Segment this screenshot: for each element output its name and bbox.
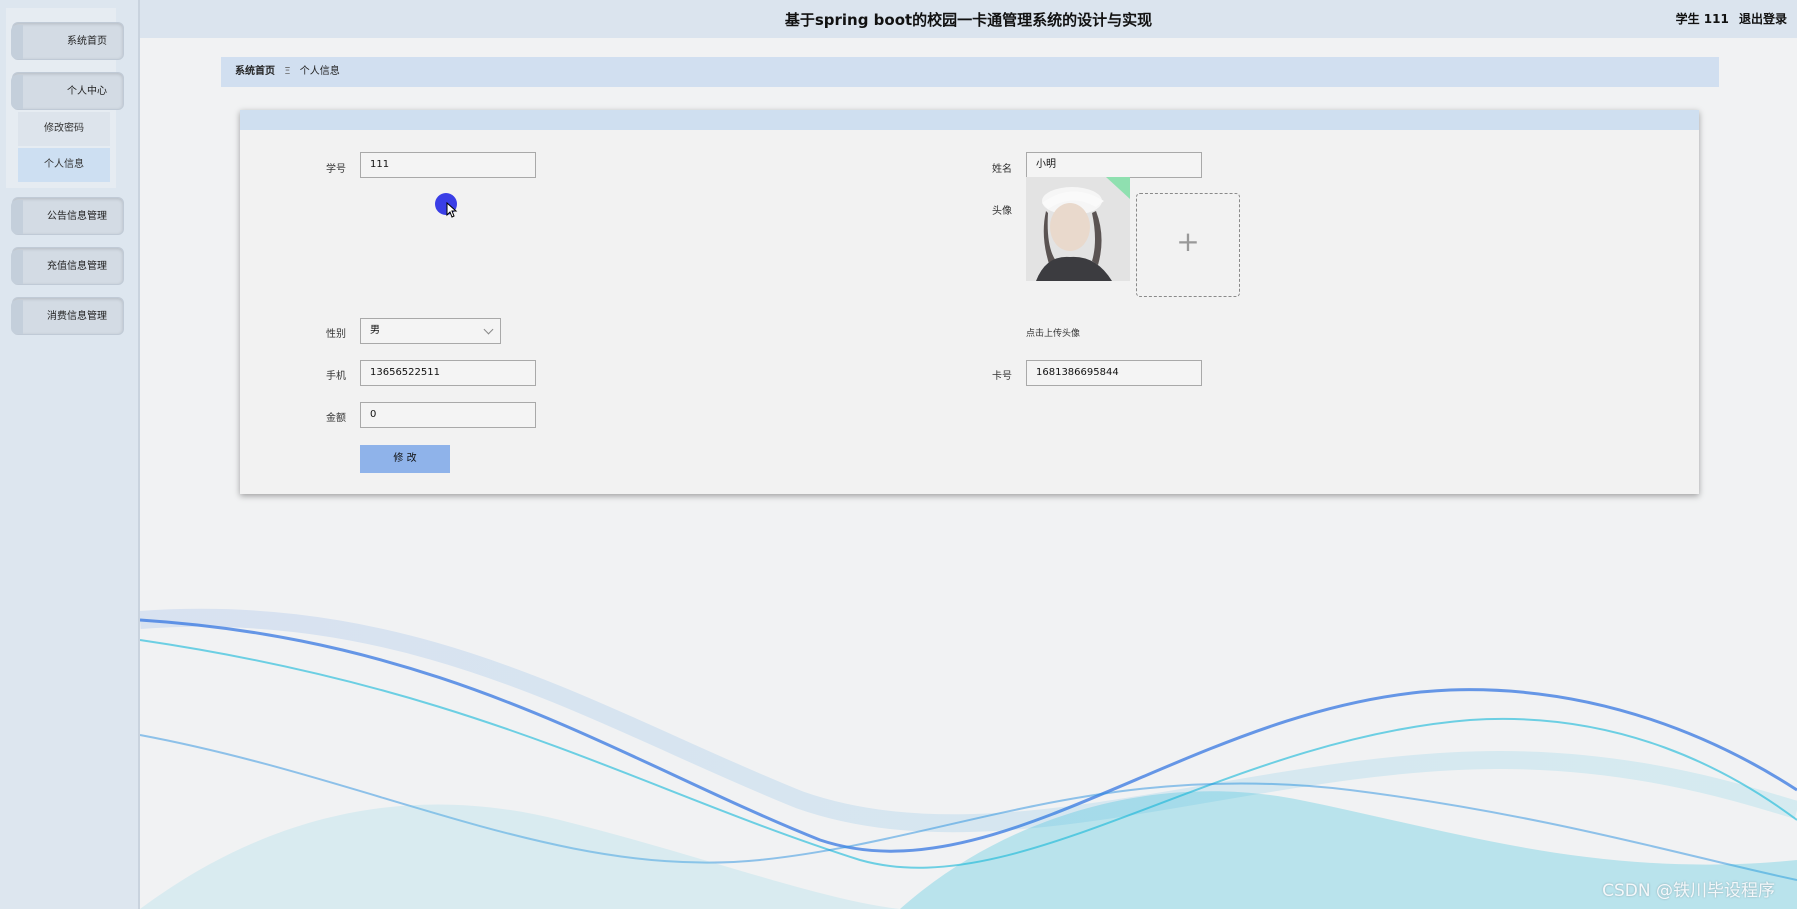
watermark: CSDN @铁川毕设程序 xyxy=(1602,881,1775,901)
sidebar-item-consume-mgmt[interactable]: 消费信息管理 xyxy=(11,297,124,335)
avatar-label: 头像 xyxy=(992,206,1012,217)
submit-button[interactable]: 修 改 xyxy=(360,445,450,473)
gender-label: 性别 xyxy=(326,329,346,340)
card-header xyxy=(240,110,1699,130)
card-number-field[interactable]: 1681386695844 xyxy=(1026,360,1202,386)
sidebar-item-change-password[interactable]: 修改密码 xyxy=(18,112,110,146)
menu-knob xyxy=(11,75,23,109)
top-header: 基于spring boot的校园一卡通管理系统的设计与实现 学生 111 退出登… xyxy=(140,0,1797,38)
sidebar-item-label: 个人信息 xyxy=(44,159,84,170)
name-field[interactable]: 小明 xyxy=(1026,152,1202,178)
sidebar-item-label: 充值信息管理 xyxy=(47,261,107,272)
sidebar-item-label: 系统首页 xyxy=(67,36,107,47)
sidebar-item-personal-info[interactable]: 个人信息 xyxy=(18,148,110,182)
menu-knob xyxy=(11,250,23,284)
sidebar-item-notice-mgmt[interactable]: 公告信息管理 xyxy=(11,197,124,235)
sidebar-item-label: 个人中心 xyxy=(67,86,107,97)
app-title: 基于spring boot的校园一卡通管理系统的设计与实现 xyxy=(784,11,1153,29)
sidebar-item-label: 消费信息管理 xyxy=(47,311,107,322)
logout-link[interactable]: 退出登录 xyxy=(1739,12,1787,26)
sidebar-item-recharge-mgmt[interactable]: 充值信息管理 xyxy=(11,247,124,285)
breadcrumb-separator: Ξ xyxy=(284,66,291,77)
balance-label: 金额 xyxy=(326,413,346,424)
avatar-photo xyxy=(1026,177,1130,281)
student-id-label: 学号 xyxy=(326,164,346,175)
breadcrumb-home[interactable]: 系统首页 xyxy=(235,66,275,77)
phone-label: 手机 xyxy=(326,371,346,382)
chevron-down-icon xyxy=(483,324,494,335)
menu-knob xyxy=(11,25,23,59)
gender-selected-value: 男 xyxy=(370,325,380,336)
profile-form-card: 学号 111 姓名 小明 头像 + 性别 男 点击上传头像 手机 1365652… xyxy=(240,110,1699,494)
plus-icon: + xyxy=(1176,225,1200,258)
sidebar: 系统首页 个人中心 修改密码 个人信息 公告信息管理 充值信息管理 消费信息管理 xyxy=(0,0,140,909)
sidebar-item-personal-center[interactable]: 个人中心 xyxy=(11,72,124,110)
user-area: 学生 111 退出登录 xyxy=(1670,10,1787,27)
balance-field[interactable]: 0 xyxy=(360,402,536,428)
user-label: 学生 111 xyxy=(1675,12,1729,26)
breadcrumb: 系统首页 Ξ 个人信息 xyxy=(221,57,1719,87)
sidebar-item-label: 修改密码 xyxy=(44,123,84,134)
phone-field[interactable]: 13656522511 xyxy=(360,360,536,386)
menu-knob xyxy=(11,200,23,234)
avatar-upload-button[interactable]: + xyxy=(1136,193,1240,297)
name-label: 姓名 xyxy=(992,164,1012,175)
student-id-field[interactable]: 111 xyxy=(360,152,536,178)
breadcrumb-current: 个人信息 xyxy=(299,66,340,77)
card-number-label: 卡号 xyxy=(992,371,1012,382)
sidebar-item-home[interactable]: 系统首页 xyxy=(11,22,124,60)
gender-select[interactable]: 男 xyxy=(360,318,501,344)
upload-hint: 点击上传头像 xyxy=(1026,329,1081,339)
sidebar-item-label: 公告信息管理 xyxy=(47,211,107,222)
avatar-image[interactable] xyxy=(1026,177,1130,281)
menu-knob xyxy=(11,300,23,334)
mouse-pointer-icon xyxy=(446,202,458,218)
